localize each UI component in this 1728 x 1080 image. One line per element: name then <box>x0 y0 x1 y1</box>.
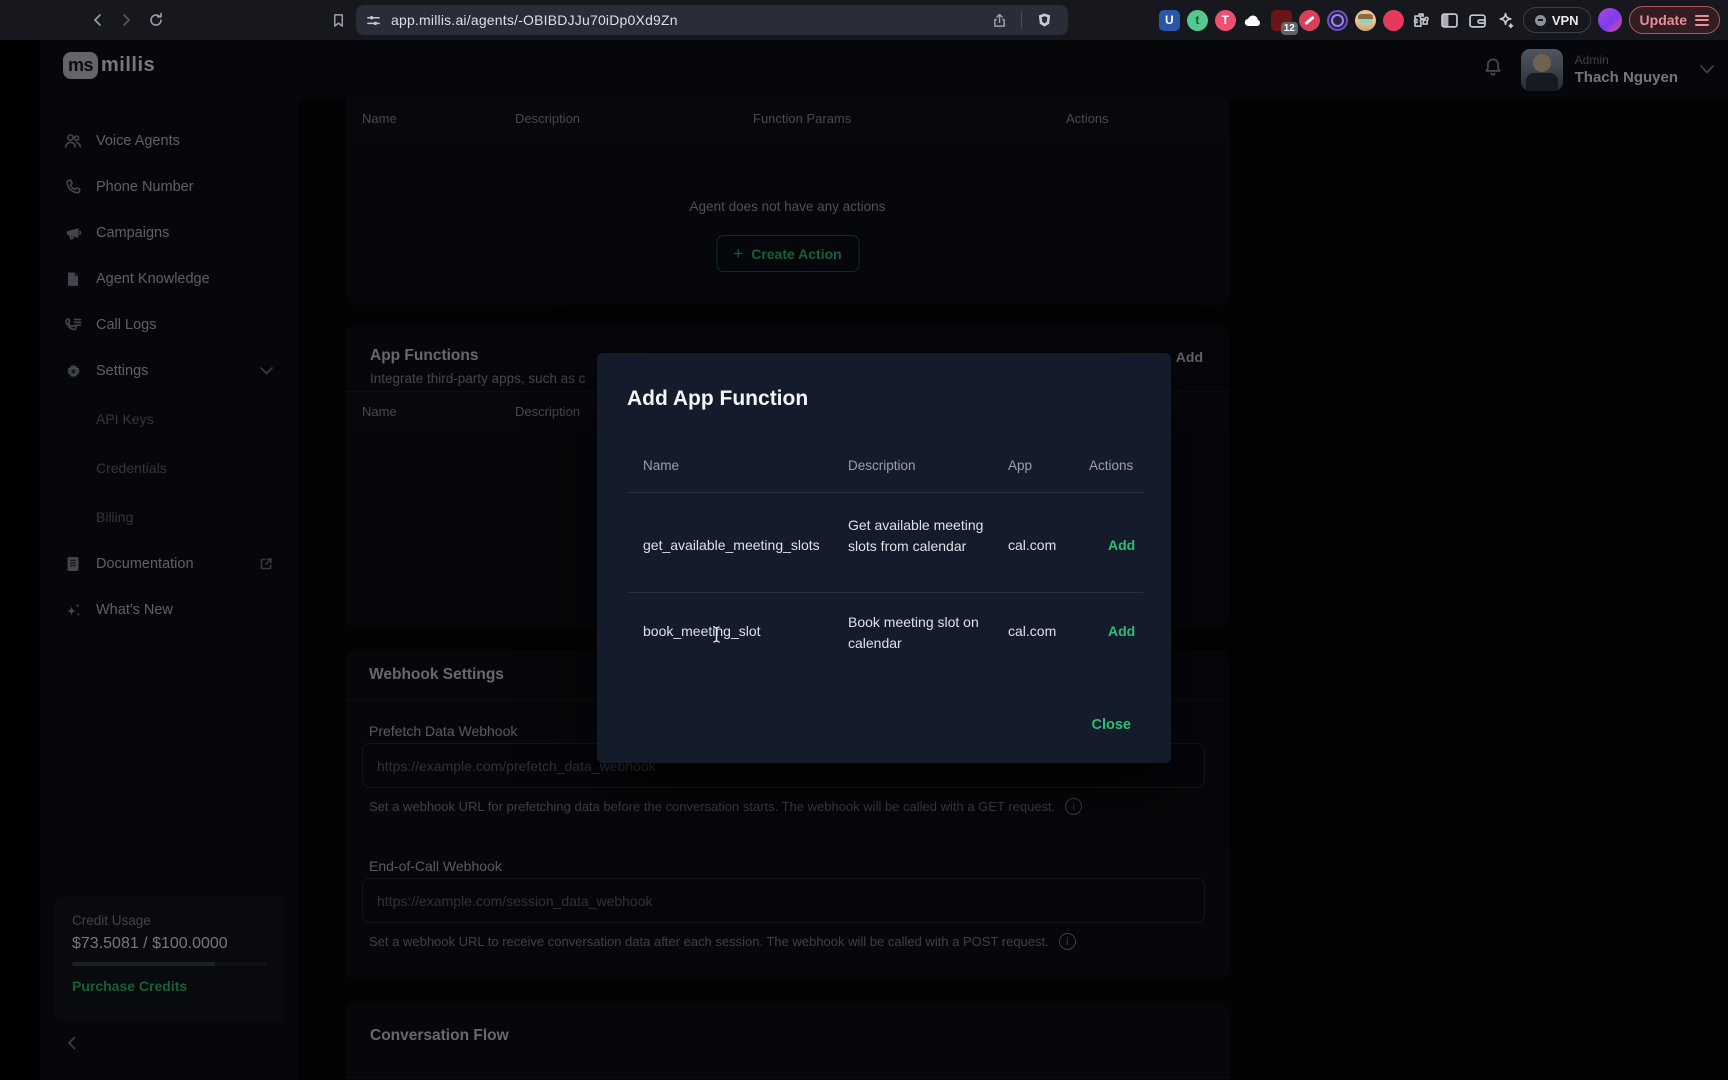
brave-shield-icon[interactable] <box>1030 6 1058 34</box>
red-t-extension-icon[interactable]: T <box>1215 10 1236 31</box>
green-t-extension-icon[interactable]: t <box>1187 10 1208 31</box>
function-description: Book meeting slot on calendar <box>848 612 1003 654</box>
divider <box>1021 12 1022 28</box>
extensions-area: U t T 12 <box>1159 0 1728 40</box>
function-app: cal.com <box>1008 537 1056 553</box>
modal-column-header: Description <box>848 458 916 473</box>
cloud-extension-icon[interactable] <box>1243 10 1264 31</box>
vpn-label: VPN <box>1552 13 1579 28</box>
purple-ring-extension-icon[interactable] <box>1327 10 1348 31</box>
wallet-icon[interactable] <box>1467 10 1488 31</box>
update-label: Update <box>1640 12 1687 28</box>
avatar-extension-icon[interactable] <box>1355 10 1376 31</box>
divider <box>627 492 1143 493</box>
blocker-extension-icon[interactable] <box>1299 10 1320 31</box>
site-settings-icon[interactable] <box>366 13 381 28</box>
url-text[interactable]: app.millis.ai/agents/-OBIBDJJu70iDp0Xd9Z… <box>391 12 985 28</box>
modal-column-header: App <box>1008 458 1032 473</box>
puzzle-extensions-icon[interactable] <box>1411 10 1432 31</box>
update-button[interactable]: Update <box>1629 6 1720 34</box>
function-description: Get available meeting slots from calenda… <box>848 515 1003 557</box>
modal-title: Add App Function <box>627 387 808 411</box>
extension-badge: 12 <box>1281 22 1298 35</box>
vpn-button[interactable]: VPN <box>1523 7 1591 33</box>
ai-sparkle-icon[interactable] <box>1495 10 1516 31</box>
browser-reload-icon[interactable] <box>142 6 170 34</box>
add-app-function-modal: Add App Function Name Description App Ac… <box>597 353 1171 763</box>
browser-toolbar: app.millis.ai/agents/-OBIBDJJu70iDp0Xd9Z… <box>0 0 1728 40</box>
function-name: get_available_meeting_slots <box>643 537 820 553</box>
browser-profile-avatar[interactable] <box>1598 8 1622 32</box>
tab-counter-extension-icon[interactable]: 12 <box>1271 10 1292 31</box>
password-manager-extension-icon[interactable]: U <box>1159 10 1180 31</box>
browser-forward-icon[interactable] <box>112 6 140 34</box>
function-app: cal.com <box>1008 623 1056 639</box>
sidebar-panel-icon[interactable] <box>1439 10 1460 31</box>
address-bar[interactable]: app.millis.ai/agents/-OBIBDJJu70iDp0Xd9Z… <box>356 5 1068 35</box>
menu-icon <box>1695 12 1709 28</box>
bookmark-icon[interactable] <box>324 6 352 34</box>
function-name: book_meeting_slot <box>643 623 761 639</box>
text-cursor <box>711 625 722 649</box>
modal-column-header: Actions <box>1089 458 1133 473</box>
close-button[interactable]: Close <box>1092 717 1132 733</box>
red-dot-extension-icon[interactable] <box>1383 10 1404 31</box>
modal-column-header: Name <box>643 458 679 473</box>
share-icon[interactable] <box>985 6 1013 34</box>
divider <box>627 592 1143 593</box>
screen: app.millis.ai/agents/-OBIBDJJu70iDp0Xd9Z… <box>0 0 1728 1080</box>
add-function-button[interactable]: Add <box>1108 537 1135 553</box>
browser-back-icon[interactable] <box>84 6 112 34</box>
vpn-status-icon <box>1535 15 1546 26</box>
add-function-button[interactable]: Add <box>1108 623 1135 639</box>
